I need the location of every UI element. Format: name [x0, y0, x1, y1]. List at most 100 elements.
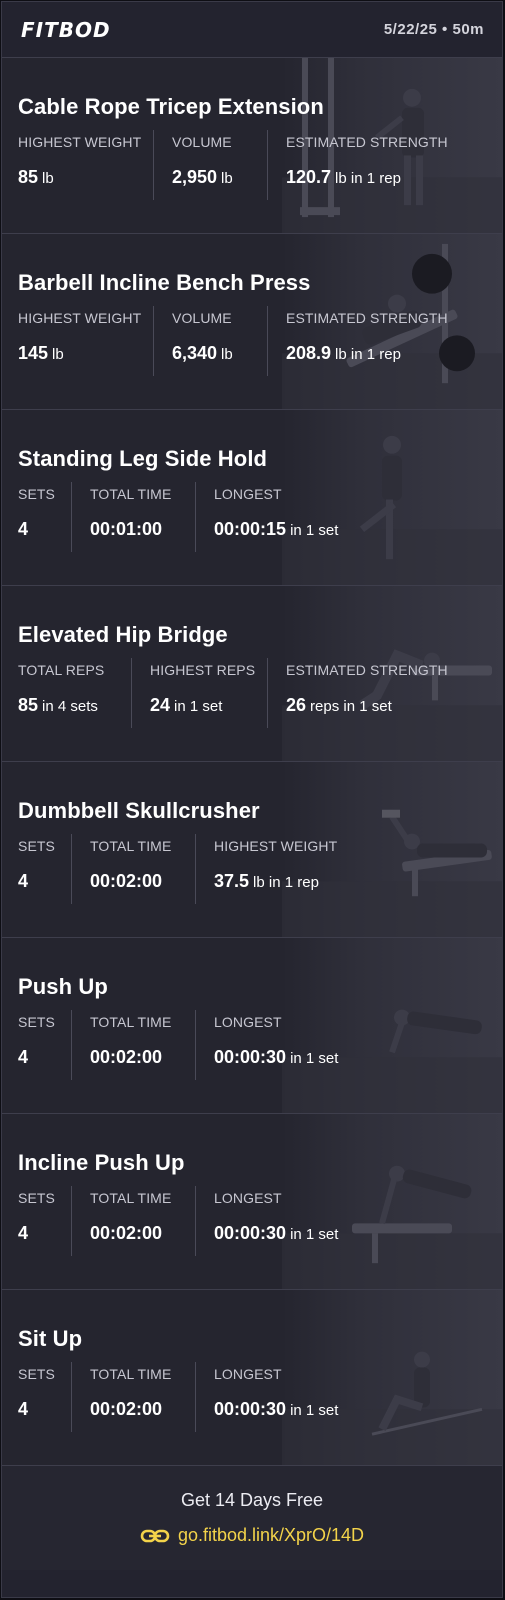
stat-label: HIGHEST WEIGHT: [18, 310, 142, 326]
exercise-card: Sit Up SETS 4 TOTAL TIME 00:02:00 LONGEST 00:0…: [2, 1290, 502, 1466]
stat-column: LONGEST 00:00:30 in 1 set: [195, 1362, 475, 1432]
stat-column: SETS 4: [18, 1010, 71, 1080]
stat-number: 00:01:00: [90, 519, 163, 539]
trial-link[interactable]: go.fitbod.link/XprO/14D: [140, 1525, 364, 1546]
stat-column: ESTIMATED STRENGTH 120.7 lb in 1 rep: [267, 130, 492, 200]
stat-value: 00:02:00: [90, 1047, 195, 1068]
stat-label: LONGEST: [214, 1366, 282, 1382]
stat-value: 00:00:30 in 1 set: [214, 1223, 475, 1244]
stat-unit: lb in 1 rep: [335, 346, 401, 363]
stat-column: SETS 4: [18, 834, 71, 904]
exercise-stats: SETS 4 TOTAL TIME 00:02:00 LONGEST 00:00:30 in…: [18, 1362, 502, 1432]
stat-label: TOTAL TIME: [90, 1190, 172, 1206]
stat-label: SETS: [18, 1190, 55, 1206]
stat-label: TOTAL REPS: [18, 662, 105, 678]
stat-number: 4: [18, 871, 29, 891]
stat-value: 6,340 lb: [172, 343, 267, 364]
stat-number: 24: [150, 695, 171, 715]
stat-value: 4: [18, 519, 71, 540]
stat-unit: lb: [52, 346, 64, 363]
stat-value: 4: [18, 1223, 71, 1244]
stat-value: 00:02:00: [90, 1223, 195, 1244]
stat-column: VOLUME 6,340 lb: [153, 306, 267, 376]
stat-number: 6,340: [172, 343, 218, 363]
stat-column: ESTIMATED STRENGTH 26 reps in 1 set: [267, 658, 487, 728]
stat-column: LONGEST 00:00:30 in 1 set: [195, 1186, 475, 1256]
stat-value: 37.5 lb in 1 rep: [214, 871, 475, 892]
stat-label: ESTIMATED STRENGTH: [286, 662, 448, 678]
stat-label: ESTIMATED STRENGTH: [286, 310, 448, 326]
stat-column: TOTAL TIME 00:02:00: [71, 1010, 195, 1080]
stat-column: TOTAL REPS 85 in 4 sets: [18, 658, 131, 728]
link-icon: [140, 1529, 170, 1542]
stat-label: SETS: [18, 486, 55, 502]
workout-date-duration: 5/22/25 • 50m: [383, 21, 484, 38]
stat-number: 00:02:00: [90, 871, 163, 891]
exercise-card: Barbell Incline Bench Press HIGHEST WEIGH…: [2, 234, 502, 410]
stat-value: 4: [18, 1399, 71, 1420]
exercise-card: Dumbbell Skullcrusher SETS 4 TOTAL TIME 00:0…: [2, 762, 502, 938]
free-trial-cta: Get 14 Days Free: [180, 1490, 324, 1510]
stat-value: 85 in 4 sets: [18, 695, 131, 716]
stat-column: TOTAL TIME 00:02:00: [71, 1186, 195, 1256]
stat-number: 2,950: [172, 167, 218, 187]
stat-unit: in 4 sets: [42, 698, 98, 715]
stat-number: 00:02:00: [90, 1399, 163, 1419]
stat-column: SETS 4: [18, 1362, 71, 1432]
stat-label: LONGEST: [214, 1190, 282, 1206]
exercise-card: Incline Push Up SETS 4 TOTAL TIME 00:02:00 LO…: [2, 1114, 502, 1290]
exercise-stats: SETS 4 TOTAL TIME 00:01:00 LONGEST 00:00:15 in…: [18, 482, 502, 552]
stat-value: 2,950 lb: [172, 167, 267, 188]
stat-column: TOTAL TIME 00:01:00: [71, 482, 195, 552]
stat-column: TOTAL TIME 00:02:00: [71, 834, 195, 904]
fitbod-logo: FITBOD: [21, 17, 111, 42]
stat-value: 00:01:00: [90, 519, 195, 540]
stat-column: SETS 4: [18, 1186, 71, 1256]
exercise-card: Push Up SETS 4 TOTAL TIME 00:02:00 LONGEST 00:…: [2, 938, 502, 1114]
workout-summary-card: FITBOD 5/22/25 • 50m Cable Rope Tricep E…: [1, 1, 503, 1598]
exercise-title: Barbell Incline Bench Press: [18, 270, 311, 295]
stat-label: TOTAL TIME: [90, 838, 172, 854]
stat-value: 00:00:30 in 1 set: [214, 1047, 475, 1068]
stat-number: 26: [286, 695, 307, 715]
stat-value: 26 reps in 1 set: [286, 695, 487, 716]
exercise-title: Incline Push Up: [18, 1150, 185, 1175]
stat-column: TOTAL TIME 00:02:00: [71, 1362, 195, 1432]
stat-label: TOTAL TIME: [90, 1366, 172, 1382]
stat-number: 208.9: [286, 343, 332, 363]
stat-number: 85: [18, 695, 39, 715]
stat-number: 4: [18, 519, 29, 539]
stat-number: 4: [18, 1047, 29, 1067]
stat-unit: lb: [221, 346, 233, 363]
stat-label: TOTAL TIME: [90, 486, 172, 502]
stat-number: 37.5: [214, 871, 250, 891]
stat-number: 00:00:15: [214, 519, 287, 539]
stat-label: HIGHEST REPS: [150, 662, 256, 678]
exercise-stats: SETS 4 TOTAL TIME 00:02:00 HIGHEST WEIGHT 37.…: [18, 834, 502, 904]
stat-number: 00:02:00: [90, 1223, 163, 1243]
stat-label: SETS: [18, 838, 55, 854]
stat-unit: in 1 set: [174, 698, 223, 715]
stat-value: 4: [18, 871, 71, 892]
exercise-title: Push Up: [18, 974, 108, 999]
exercise-title: Cable Rope Tricep Extension: [18, 94, 324, 119]
stat-number: 4: [18, 1223, 29, 1243]
exercise-title: Dumbbell Skullcrusher: [18, 798, 260, 823]
stat-column: VOLUME 2,950 lb: [153, 130, 267, 200]
stat-value: 24 in 1 set: [150, 695, 267, 716]
stat-number: 85: [18, 167, 39, 187]
stat-value: 85 lb: [18, 167, 153, 188]
stat-label: HIGHEST WEIGHT: [214, 838, 338, 854]
stat-column: HIGHEST WEIGHT 37.5 lb in 1 rep: [195, 834, 475, 904]
stat-unit: in 1 set: [290, 1226, 339, 1243]
stat-label: LONGEST: [214, 1014, 282, 1030]
stat-unit: lb: [42, 170, 54, 187]
stat-value: 120.7 lb in 1 rep: [286, 167, 492, 188]
exercise-title: Sit Up: [18, 1326, 83, 1351]
stat-unit: lb in 1 rep: [335, 170, 401, 187]
stat-value: 00:00:30 in 1 set: [214, 1399, 475, 1420]
stat-number: 145: [18, 343, 49, 363]
stat-value: 00:02:00: [90, 871, 195, 892]
stat-value: 00:00:15 in 1 set: [214, 519, 475, 540]
exercise-stats: HIGHEST WEIGHT 145 lb VOLUME 6,340 lb ESTIMATE…: [18, 306, 502, 376]
